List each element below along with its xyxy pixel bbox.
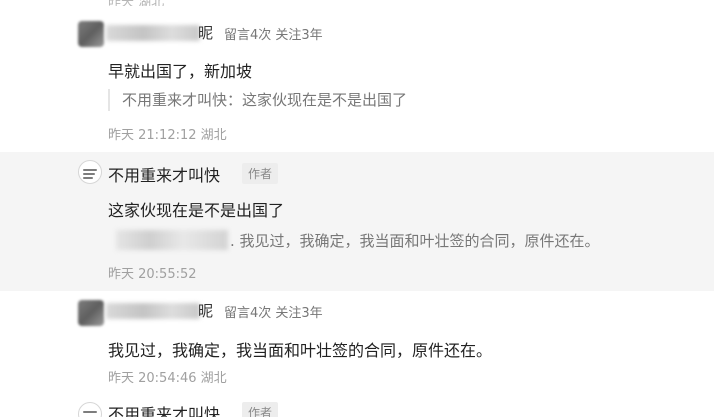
author-avatar-icon[interactable] — [78, 402, 102, 417]
comment-text: 这家伙现在是不是出国了 — [108, 201, 285, 220]
nickname-tail: 昵 — [198, 302, 214, 320]
time-value: 昨天 21:12:12 — [108, 128, 197, 143]
logo-mark — [83, 177, 93, 179]
location-value: 湖北 — [200, 128, 227, 143]
time-value: 昨天 20:54:46 — [108, 371, 197, 386]
location-value: 湖北 — [200, 371, 227, 386]
reply-quote: 不用重来才叫快：这家伙现在是不是出国了 — [108, 89, 407, 111]
logo-mark — [83, 173, 95, 175]
author-tag: 作者 — [242, 402, 279, 417]
user-badge: 留言4次 关注3年 — [224, 28, 323, 43]
comment-item: 昵 留言4次 关注3年 早就出国了，新加坡 不用重来才叫快：这家伙现在是不是出国… — [0, 0, 714, 152]
user-avatar[interactable] — [78, 300, 104, 326]
author-tag: 作者 — [242, 163, 279, 184]
author-comment-item: 不用重来才叫快 作者 这家伙现在是不是出国了 . 我见过，我确定，我当面和叶壮签… — [0, 152, 714, 291]
quote-text: 不用重来才叫快：这家伙现在是不是出国了 — [122, 91, 408, 109]
comment-time: 昨天 20:55:52 — [108, 263, 197, 282]
quote-redacted — [116, 230, 228, 250]
logo-mark — [83, 411, 97, 413]
user-avatar[interactable] — [78, 21, 104, 47]
time-value: 昨天 20:55:52 — [108, 267, 197, 282]
nickname-tail: 昵 — [198, 24, 214, 42]
nickname-redacted — [106, 303, 200, 319]
comment-time: 昨天 21:12:12 湖北 — [108, 124, 227, 143]
comment-time: 昨天 20:54:46 湖北 — [108, 367, 227, 386]
comment-text: 我见过，我确定，我当面和叶壮签的合同，原件还在。 — [108, 341, 493, 360]
author-name[interactable]: 不用重来才叫快 — [108, 401, 220, 417]
author-comment-item: 不用重来才叫快 作者 — [0, 395, 714, 417]
nickname-redacted — [106, 25, 200, 41]
comment-item: 昵 留言4次 关注3年 我见过，我确定，我当面和叶壮签的合同，原件还在。 昨天 … — [0, 291, 714, 395]
author-name[interactable]: 不用重来才叫快 — [108, 162, 220, 186]
comment-text: 早就出国了，新加坡 — [108, 62, 253, 81]
user-badge: 留言4次 关注3年 — [224, 306, 323, 321]
logo-mark — [83, 169, 97, 171]
quote-text: . 我见过，我确定，我当面和叶壮签的合同，原件还在。 — [230, 232, 600, 250]
author-avatar-icon[interactable] — [78, 160, 102, 184]
